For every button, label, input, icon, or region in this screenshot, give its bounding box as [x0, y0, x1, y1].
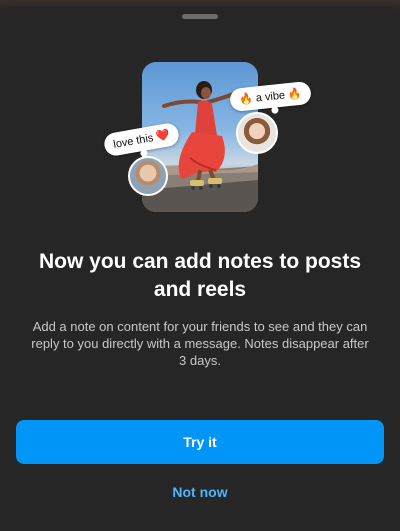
try-it-button[interactable]: Try it — [16, 420, 384, 464]
sheet-description: Add a note on content for your friends t… — [31, 319, 369, 368]
notes-illustration: love this ❤️ 🔥 a vibe 🔥 — [0, 0, 400, 230]
avatar — [236, 112, 278, 154]
avatar — [128, 156, 168, 196]
sheet-title: Now you can add notes to posts and reels — [38, 250, 362, 301]
note-text: 🔥 a vibe 🔥 — [238, 87, 303, 107]
not-now-button[interactable]: Not now — [100, 481, 300, 503]
